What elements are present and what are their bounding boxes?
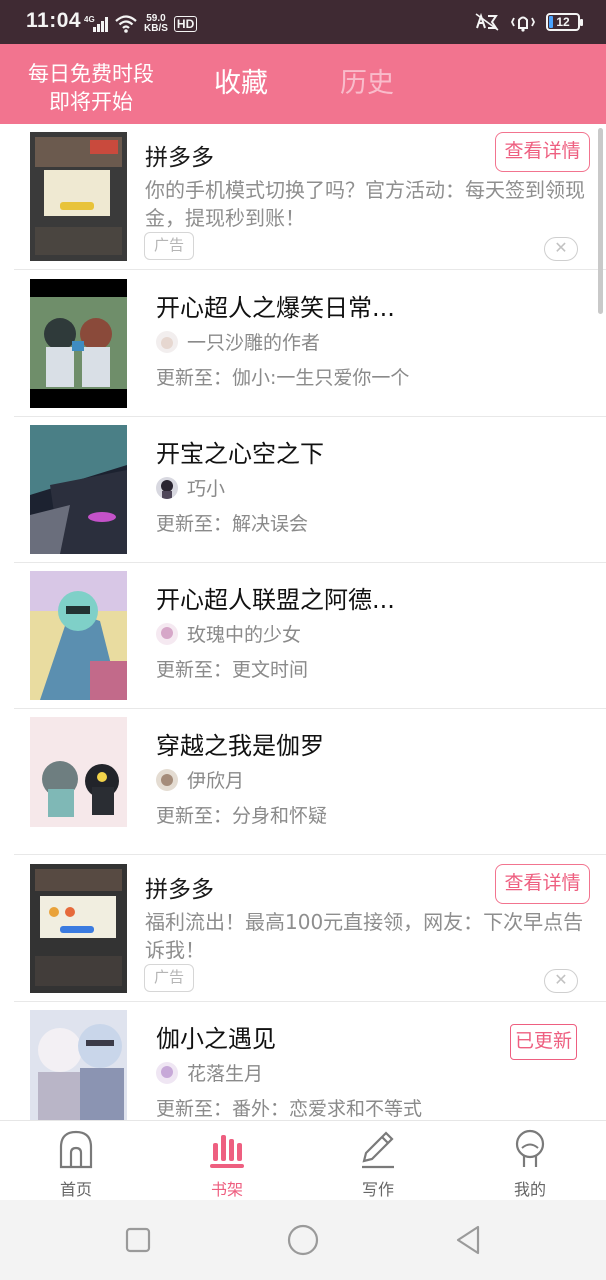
system-navigation-bar [0,1200,606,1280]
book-latest-chapter: 更新至：番外：恋爱求和不等式 [156,1098,423,1120]
pencil-icon [362,1131,394,1169]
ad-description: 福利流出！最高100元直接领，网友：下次早点告诉我！ [145,910,584,962]
author-avatar [156,769,178,791]
bottom-navigation: 首页 书架 写作 我的 [0,1120,606,1200]
updated-badge: 已更新 [510,1024,577,1060]
book-list-item[interactable]: 开心超人之爆笑日常... 一只沙雕的作者 更新至：伽小:一生只爱你一个 [0,271,606,417]
status-bar: 11:04 4G 59.0 KB/S HD 12 [0,0,606,44]
nav-item-profile[interactable]: 我的 [470,1121,590,1201]
network-speed: 59.0 KB/S [144,14,168,34]
ad-label-badge: 广告 [144,232,194,260]
book-latest-chapter: 更新至：分身和怀疑 [156,805,328,827]
vibrate-icon [510,16,536,32]
book-list-item[interactable]: 开宝之心空之下 巧小 更新至：解决误会 [0,417,606,563]
book-cover-image [30,425,127,554]
book-author: 巧小 [187,478,226,500]
book-cover-image [30,571,127,700]
nfc-icon [475,12,499,31]
book-latest-chapter: 更新至：伽小:一生只爱你一个 [156,367,410,389]
wifi-icon [115,15,137,33]
list-divider [14,854,606,855]
battery-icon: 12 [546,13,583,31]
nav-label-profile: 我的 [513,1180,546,1199]
book-title: 开心超人联盟之阿德... [156,586,395,614]
network-speed-unit: KB/S [144,23,168,34]
ad-title: 拼多多 [145,877,214,903]
bookshelf-icon [210,1135,244,1168]
book-author: 花落生月 [187,1063,264,1085]
book-cover-image [30,1010,127,1120]
book-list-item[interactable]: 伽小之遇见 已更新 花落生月 更新至：番外：恋爱求和不等式 [0,1002,606,1120]
author-avatar [156,1062,178,1084]
bookshelf-list[interactable]: 拼多多 你的手机模式切换了吗？官方活动：每天签到领现金，提现秒到账！ 广告 查看… [0,124,606,1120]
ad-cover-image [30,132,127,261]
tab-favorites[interactable]: 收藏 [214,66,268,102]
free-period-line2: 即将开始 [49,90,133,114]
ad-close-icon[interactable]: ✕ [544,237,578,261]
top-header: 每日免费时段 即将开始 收藏 历史 [0,44,606,124]
ad-item[interactable]: 拼多多 你的手机模式切换了吗？官方活动：每天签到领现金，提现秒到账！ 广告 查看… [0,124,606,270]
book-title: 穿越之我是伽罗 [156,732,324,760]
ad-description: 你的手机模式切换了吗？官方活动：每天签到领现金，提现秒到账！ [145,178,585,230]
nav-item-bookshelf[interactable]: 书架 [167,1121,287,1201]
book-author: 玫瑰中的少女 [187,624,302,646]
book-title: 伽小之遇见 [156,1025,276,1053]
nav-label-bookshelf: 书架 [210,1180,243,1199]
book-latest-chapter: 更新至：更文时间 [156,659,309,681]
free-period-line1: 每日免费时段 [28,62,154,86]
status-left-icons: 4G 59.0 KB/S HD [84,12,198,36]
recent-apps-icon[interactable] [120,1222,156,1258]
ad-cover-image [30,864,127,993]
book-title: 开宝之心空之下 [156,440,324,468]
book-cover-image [30,279,127,408]
book-cover-image [30,717,127,846]
ad-close-icon[interactable]: ✕ [544,969,578,993]
author-avatar [156,331,178,353]
book-latest-chapter: 更新至：解决误会 [156,513,309,535]
profile-icon [515,1129,545,1167]
ad-item[interactable]: 拼多多 福利流出！最高100元直接领，网友：下次早点告诉我！ 广告 查看详情 ✕ [0,856,606,1002]
battery-level [549,16,553,28]
author-avatar [156,477,178,499]
nav-label-home: 首页 [59,1180,92,1199]
home-icon [59,1130,93,1169]
book-title: 开心超人之爆笑日常... [156,294,395,322]
author-avatar [156,623,178,645]
list-divider [14,269,606,270]
book-author: 一只沙雕的作者 [187,332,321,354]
book-list-item[interactable]: 穿越之我是伽罗 伊欣月 更新至：分身和怀疑 [0,709,606,855]
list-scrollbar[interactable] [598,128,603,314]
status-time: 11:04 [26,9,82,32]
home-button-icon[interactable] [285,1222,321,1258]
view-details-button[interactable]: 查看详情 [495,132,590,172]
ad-label-badge: 广告 [144,964,194,992]
nav-item-write[interactable]: 写作 [318,1121,438,1201]
ad-title: 拼多多 [145,145,214,171]
nav-label-write: 写作 [361,1180,394,1199]
hd-voice-icon: HD [173,16,198,32]
cellular-signal-icon: 4G [84,15,108,32]
battery-percent: 12 [556,15,570,29]
tab-history[interactable]: 历史 [340,66,394,102]
status-right-icons: 12 [474,10,583,34]
nav-item-home[interactable]: 首页 [16,1121,136,1201]
book-list-item[interactable]: 开心超人联盟之阿德... 玫瑰中的少女 更新至：更文时间 [0,563,606,709]
view-details-button[interactable]: 查看详情 [495,864,590,904]
network-type-label: 4G [84,15,95,24]
back-icon[interactable] [450,1222,486,1258]
book-author: 伊欣月 [187,770,245,792]
free-period-banner[interactable]: 每日免费时段 即将开始 [0,60,182,116]
